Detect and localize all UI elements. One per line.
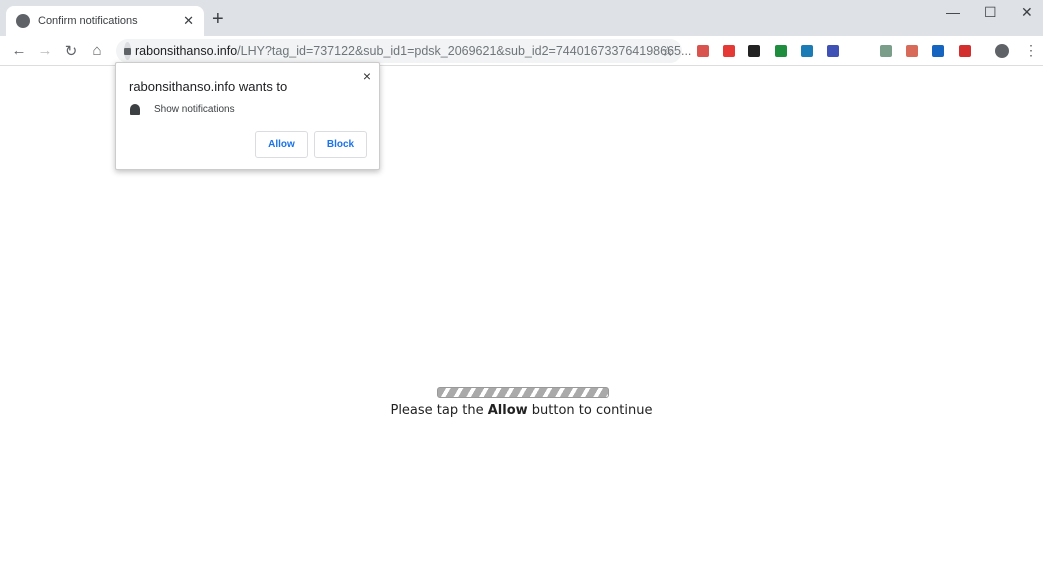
- extension-icon[interactable]: [723, 45, 735, 57]
- url-domain: rabonsithanso.info: [135, 44, 238, 58]
- bookmark-star-icon[interactable]: ☆: [661, 43, 674, 60]
- title-bar: Confirm notifications ✕ + — ☐ ✕: [0, 0, 1043, 36]
- msg-text: Please tap the: [390, 403, 488, 418]
- progress-bar: [437, 387, 609, 398]
- popup-close-icon[interactable]: ×: [363, 68, 371, 84]
- address-bar[interactable]: rabonsithanso.info/LHY?tag_id=737122&sub…: [116, 39, 691, 63]
- extension-icon[interactable]: [748, 45, 760, 57]
- notification-permission-popup: × rabonsithanso.info wants to Show notif…: [115, 62, 380, 170]
- extension-icon[interactable]: [827, 45, 839, 57]
- msg-bold: Allow: [487, 403, 528, 418]
- extension-icon[interactable]: [959, 45, 971, 57]
- tab-confirm-notifications[interactable]: Confirm notifications ✕: [6, 6, 204, 36]
- extension-icon[interactable]: [880, 45, 892, 57]
- bell-icon: [130, 104, 140, 115]
- extension-icon[interactable]: [775, 45, 787, 57]
- instruction-message: Please tap the Allow button to continue: [0, 403, 1043, 418]
- back-button[interactable]: ←: [6, 42, 32, 59]
- msg-text-end: button to continue: [527, 403, 653, 418]
- minimize-button[interactable]: —: [946, 4, 960, 20]
- globe-icon: [16, 14, 30, 28]
- tab-close-icon[interactable]: ✕: [183, 13, 194, 29]
- forward-button[interactable]: →: [32, 42, 58, 59]
- maximize-button[interactable]: ☐: [984, 4, 997, 21]
- tab-title: Confirm notifications: [38, 15, 138, 27]
- extension-icon[interactable]: [906, 45, 918, 57]
- lock-icon[interactable]: [124, 42, 131, 60]
- reload-button[interactable]: ↻: [58, 42, 84, 60]
- home-button[interactable]: ⌂: [84, 42, 110, 59]
- permission-label: Show notifications: [154, 104, 235, 115]
- close-window-button[interactable]: ✕: [1021, 4, 1033, 21]
- block-button[interactable]: Block: [314, 131, 367, 158]
- profile-avatar-icon[interactable]: [995, 44, 1009, 58]
- extension-icon[interactable]: [801, 45, 813, 57]
- url-text[interactable]: rabonsithanso.info/LHY?tag_id=737122&sub…: [135, 44, 691, 58]
- url-path: /LHY?tag_id=737122&sub_id1=pdsk_2069621&…: [237, 44, 692, 58]
- menu-kebab-icon[interactable]: ⋮: [1024, 42, 1038, 59]
- extension-icon[interactable]: [932, 45, 944, 57]
- new-tab-button[interactable]: +: [212, 8, 224, 31]
- popup-heading: rabonsithanso.info wants to: [129, 79, 288, 94]
- permission-row: Show notifications: [130, 104, 235, 115]
- allow-button[interactable]: Allow: [255, 131, 308, 158]
- extension-icon[interactable]: [697, 45, 709, 57]
